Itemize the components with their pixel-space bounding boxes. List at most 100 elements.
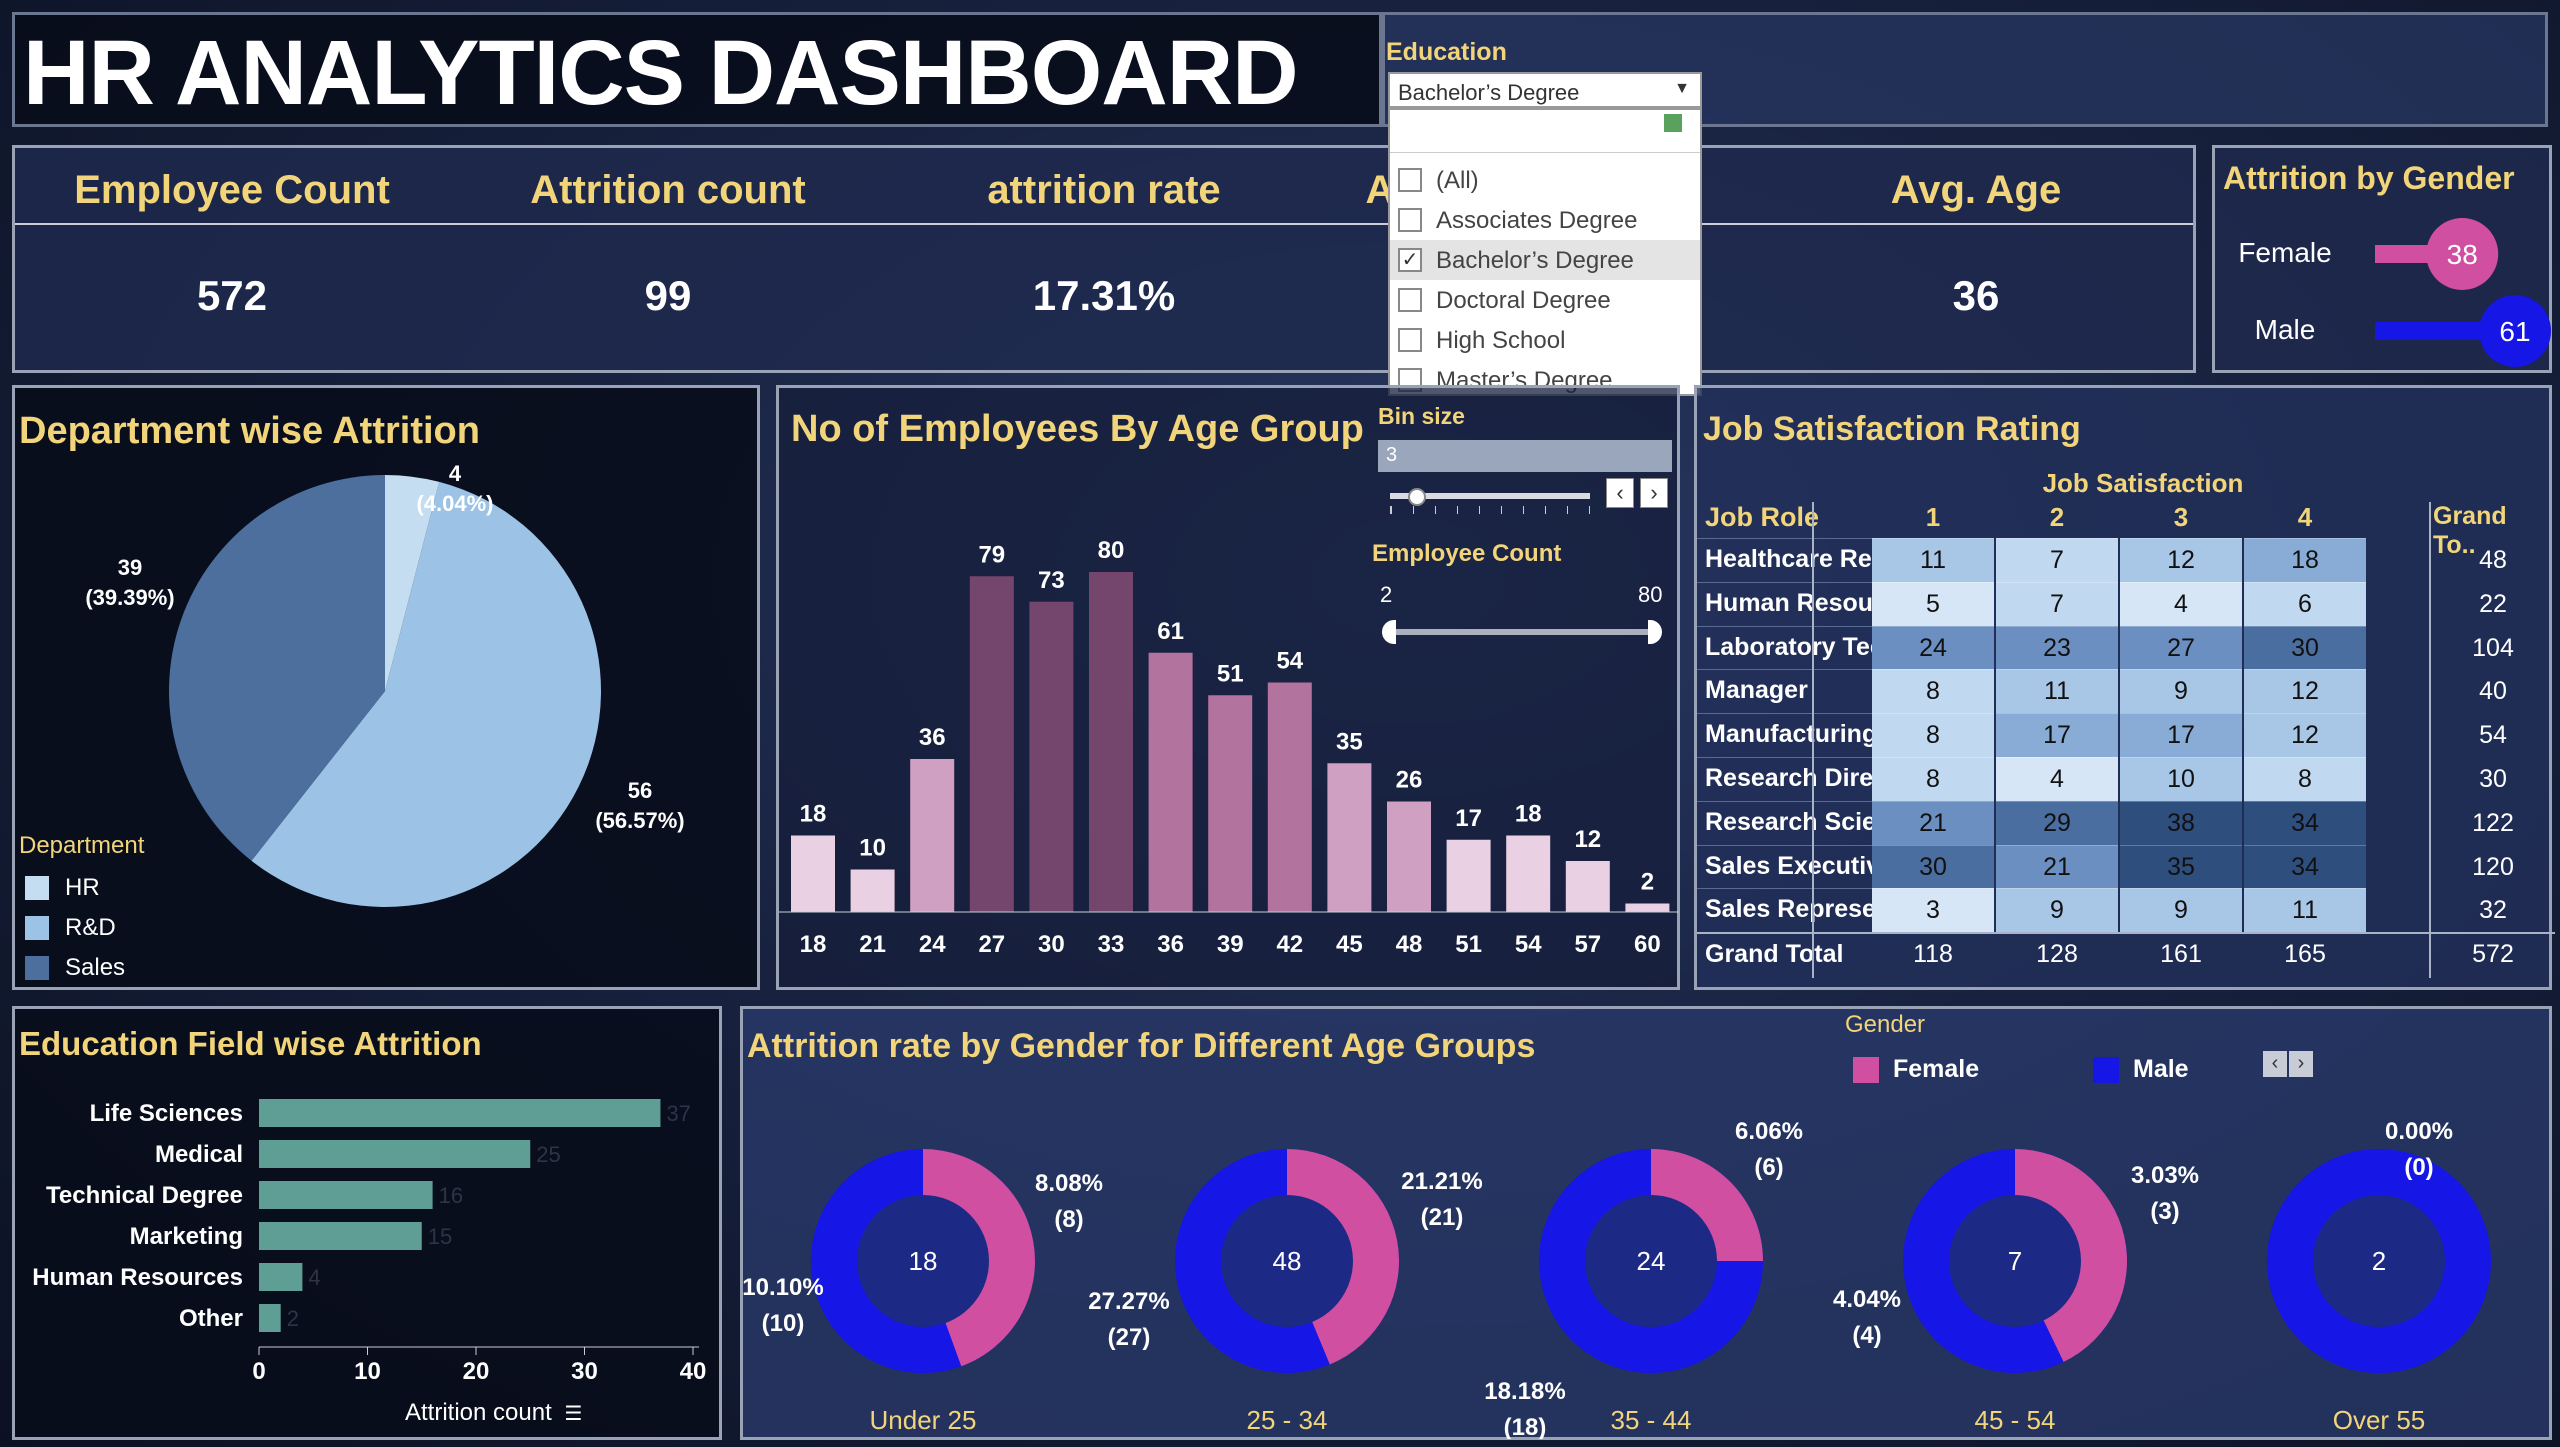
edu-field-bar [259, 1263, 303, 1291]
filter-checkbox[interactable] [1398, 208, 1422, 232]
filter-checkbox[interactable] [1398, 168, 1422, 192]
table-column-divider [1812, 502, 1814, 979]
heatmap-cell-value: 12 [2291, 677, 2319, 706]
age-bar-value: 18 [1515, 801, 1542, 828]
donut-female-count: (6) [1754, 1154, 1783, 1181]
heatmap-cell-value: 8 [1926, 677, 1940, 706]
age-bar-value: 12 [1574, 826, 1601, 853]
age-bar [1267, 682, 1312, 912]
age-bar-value: 51 [1217, 660, 1244, 687]
filter-checkbox[interactable] [1398, 328, 1422, 352]
gender-age-panel: Attrition rate by Gender for Different A… [740, 1006, 2552, 1440]
donut-male-count: (10) [762, 1310, 805, 1337]
legend-swatch [25, 956, 49, 980]
donut-center-value: 18 [909, 1246, 938, 1276]
heatmap-cell-value: 12 [2291, 721, 2319, 750]
bin-size-slider-handle[interactable] [1408, 488, 1426, 506]
age-bar-value: 26 [1396, 767, 1423, 794]
filter-option[interactable]: (All) [1390, 160, 1700, 200]
filter-option[interactable]: Doctoral Degree [1390, 280, 1700, 320]
age-bar [1625, 903, 1670, 912]
heatmap-cell-value: 23 [2043, 633, 2071, 662]
heatmap-cell-value: 11 [1920, 546, 1946, 574]
employee-count-range-slider[interactable] [1382, 620, 1662, 644]
heatmap-cell-value: 34 [2291, 852, 2319, 881]
attrition-by-gender-title: Attrition by Gender [2223, 160, 2515, 196]
heatmap-cell-value: 9 [2050, 896, 2064, 925]
age-group-label: Under 25 [870, 1405, 977, 1435]
edu-field-bar [259, 1181, 433, 1209]
kpi-value: 36 [1952, 272, 2000, 319]
filter-checkbox[interactable]: ✓ [1398, 248, 1422, 272]
department-pie-chart: 4 (4.04%) 56 (56.57%) 39 (39.39%) [85, 461, 685, 907]
row-total-value: 120 [2472, 852, 2514, 881]
heatmap-cell-value: 11 [2292, 896, 2318, 925]
sort-icon[interactable]: ☰ [564, 1403, 582, 1425]
age-group-label: 45 - 54 [1975, 1405, 2056, 1435]
filter-option-label: High School [1436, 327, 1566, 354]
filter-option[interactable]: Associates Degree [1390, 200, 1700, 240]
pie-value-label: 56 [628, 778, 652, 803]
age-bar-value: 35 [1336, 728, 1363, 755]
legend-scroll-right-button[interactable]: › [2289, 1051, 2313, 1077]
donut-center-value: 2 [2372, 1246, 2386, 1276]
donut-male-count: (18) [1504, 1414, 1547, 1439]
legend-label: R&D [65, 914, 116, 941]
education-filter-selected: Bachelor’s Degree [1398, 80, 1580, 105]
donut-female-count: (3) [2150, 1198, 2179, 1225]
donut-center-value: 48 [1273, 1246, 1302, 1276]
edu-axis-tick: 20 [463, 1358, 490, 1385]
bin-size-slider[interactable] [1390, 488, 1590, 514]
education-filter-label: Education [1386, 38, 1507, 66]
age-axis-tick: 21 [859, 931, 886, 958]
bin-size-increment-button[interactable]: › [1640, 478, 1668, 508]
donut-female-percent: 8.08% [1035, 1170, 1103, 1197]
age-axis-tick: 42 [1276, 931, 1303, 958]
age-bar-value: 17 [1455, 805, 1482, 832]
gender-age-title: Attrition rate by Gender for Different A… [747, 1027, 1536, 1065]
donut-male-percent: 10.10% [743, 1274, 824, 1301]
donut-male-percent: 27.27% [1088, 1288, 1169, 1315]
age-bar-value: 54 [1276, 648, 1303, 675]
age-bar-value: 2 [1641, 869, 1654, 896]
age-axis-tick: 33 [1098, 931, 1125, 958]
donut-female-percent: 0.00% [2385, 1118, 2453, 1145]
filter-scroll-handle[interactable] [1664, 114, 1682, 132]
employee-count-max-handle[interactable] [1648, 620, 1662, 644]
age-axis-tick: 18 [800, 931, 827, 958]
filter-option[interactable]: ✓ Bachelor’s Degree [1390, 240, 1700, 280]
bin-size-input[interactable]: 3 [1378, 440, 1672, 472]
edu-field-bar [259, 1304, 281, 1332]
legend-label: Sales [65, 954, 126, 981]
bin-size-decrement-button[interactable]: ‹ [1606, 478, 1634, 508]
gender-legend-label: Male [2133, 1055, 2189, 1083]
grand-total-value: 118 [1913, 940, 1953, 969]
bin-size-value: 3 [1386, 444, 1398, 466]
age-axis-tick: 27 [978, 931, 1005, 958]
attrition-by-gender-chart: Female 38 Male 61 [2238, 218, 2551, 367]
kpi-label: Attrition count [530, 168, 806, 212]
heatmap-cell-value: 10 [2167, 765, 2195, 793]
age-bar [910, 759, 955, 912]
heatmap-cell-value: 24 [1919, 633, 1947, 662]
filter-option[interactable]: High School [1390, 320, 1700, 360]
filter-option-label: Associates Degree [1436, 207, 1638, 234]
age-bar [1208, 695, 1253, 912]
heatmap-cell-value: 4 [2174, 589, 2188, 618]
age-bar-value: 79 [978, 541, 1005, 568]
employee-count-min-handle[interactable] [1382, 620, 1396, 644]
donut-center-value: 7 [2008, 1246, 2022, 1276]
donut-female-count: (21) [1421, 1204, 1464, 1231]
employee-count-min: 2 [1380, 582, 1393, 607]
heatmap-cell-value: 3 [1926, 896, 1940, 925]
legend-scroll-left-button[interactable]: ‹ [2263, 1051, 2287, 1077]
filter-checkbox[interactable] [1398, 288, 1422, 312]
heatmap-cell-value: 17 [2167, 721, 2195, 750]
edu-field-label: Marketing [130, 1223, 243, 1250]
education-filter-dropdown[interactable]: Bachelor’s Degree ▼ [1388, 72, 1702, 108]
edu-axis-tick: 30 [571, 1358, 598, 1385]
heatmap-cell-value: 21 [1919, 808, 1947, 837]
age-bar-value: 80 [1098, 537, 1125, 564]
job-satisfaction-column-group: Job Satisfaction [2042, 468, 2244, 498]
job-role-label: Manager [1705, 676, 1808, 705]
